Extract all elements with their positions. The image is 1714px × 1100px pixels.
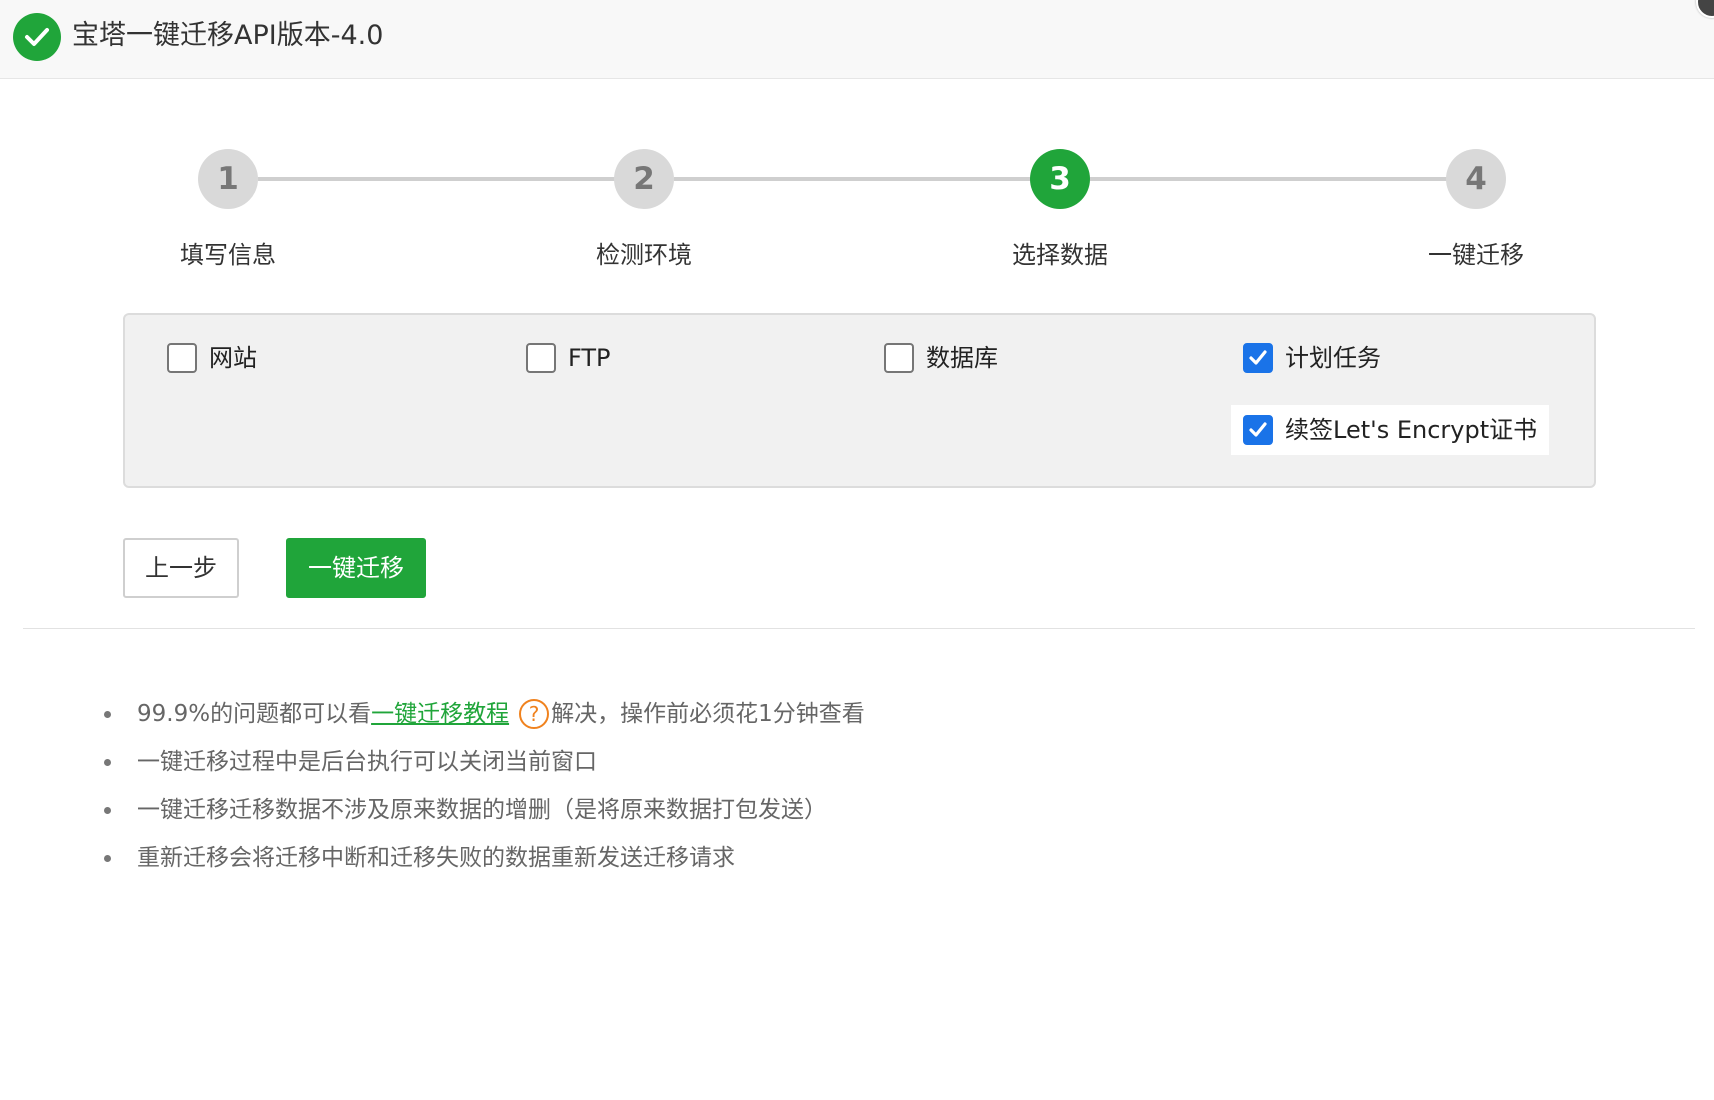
option-cron-tasks-label: 计划任务 [1285, 344, 1381, 372]
option-ftp-label: FTP [568, 344, 611, 372]
bullet-icon [104, 806, 111, 814]
step-2-label: 检测环境 [596, 241, 692, 269]
bullet-icon [104, 710, 111, 718]
option-ftp[interactable]: FTP [526, 338, 611, 378]
check-icon [1249, 422, 1267, 437]
one-click-migrate-button[interactable]: 一键迁移 [286, 538, 426, 598]
checkbox-letsencrypt-renew[interactable] [1243, 415, 1273, 445]
list-item: 99.9%的问题都可以看 一键迁移教程? 解决，操作前必须花1分钟查看 [98, 690, 865, 738]
step-3-circle: 3 [1030, 149, 1090, 209]
tip-2-text: 一键迁移过程中是后台执行可以关闭当前窗口 [137, 749, 597, 775]
help-icon[interactable]: ? [519, 699, 550, 729]
step-2-circle: 2 [614, 149, 674, 209]
tip-4-text: 重新迁移会将迁移中断和迁移失败的数据重新发送迁移请求 [137, 845, 735, 871]
tip-1-suffix: 解决，操作前必须花1分钟查看 [551, 701, 865, 727]
list-item: 一键迁移迁移数据不涉及原来数据的增删（是将原来数据打包发送） [98, 786, 865, 834]
option-website[interactable]: 网站 [167, 338, 257, 378]
option-database[interactable]: 数据库 [884, 338, 998, 378]
step-1-circle: 1 [198, 149, 258, 209]
step-connector [258, 177, 615, 181]
bullet-icon [104, 758, 111, 766]
step-connector [1090, 177, 1447, 181]
tips-list: 99.9%的问题都可以看 一键迁移教程? 解决，操作前必须花1分钟查看 一键迁移过程… [98, 690, 865, 882]
step-indicator: 1 2 3 4 填写信息 检测环境 选择数据 一键迁移 [0, 0, 1714, 280]
checkbox-website[interactable] [167, 343, 197, 373]
divider [23, 628, 1695, 629]
checkbox-database[interactable] [884, 343, 914, 373]
option-letsencrypt-renew-label: 续签Let's Encrypt证书 [1285, 416, 1538, 444]
step-3-label: 选择数据 [1012, 241, 1108, 269]
step-connector [674, 177, 1031, 181]
step-1-label: 填写信息 [180, 241, 276, 269]
option-database-label: 数据库 [926, 344, 998, 372]
step-4-label: 一键迁移 [1428, 241, 1524, 269]
option-website-label: 网站 [209, 344, 257, 372]
list-item: 重新迁移会将迁移中断和迁移失败的数据重新发送迁移请求 [98, 834, 865, 882]
step-4-circle: 4 [1446, 149, 1506, 209]
checkbox-cron-tasks[interactable] [1243, 343, 1273, 373]
previous-step-button[interactable]: 上一步 [123, 538, 239, 598]
tip-1-prefix: 99.9%的问题都可以看 [137, 701, 372, 727]
option-letsencrypt-renew[interactable]: 续签Let's Encrypt证书 [1231, 405, 1550, 455]
list-item: 一键迁移过程中是后台执行可以关闭当前窗口 [98, 738, 865, 786]
checkbox-ftp[interactable] [526, 343, 556, 373]
data-selection-panel: 网站 FTP 数据库 计划任务 续签Let's Encrypt证书 [123, 313, 1596, 488]
check-icon [1249, 350, 1267, 365]
option-cron-tasks[interactable]: 计划任务 [1243, 338, 1381, 378]
tip-3-text: 一键迁移迁移数据不涉及原来数据的增删（是将原来数据打包发送） [137, 797, 827, 823]
migration-tutorial-link[interactable]: 一键迁移教程 [371, 696, 509, 732]
bullet-icon [104, 854, 111, 862]
